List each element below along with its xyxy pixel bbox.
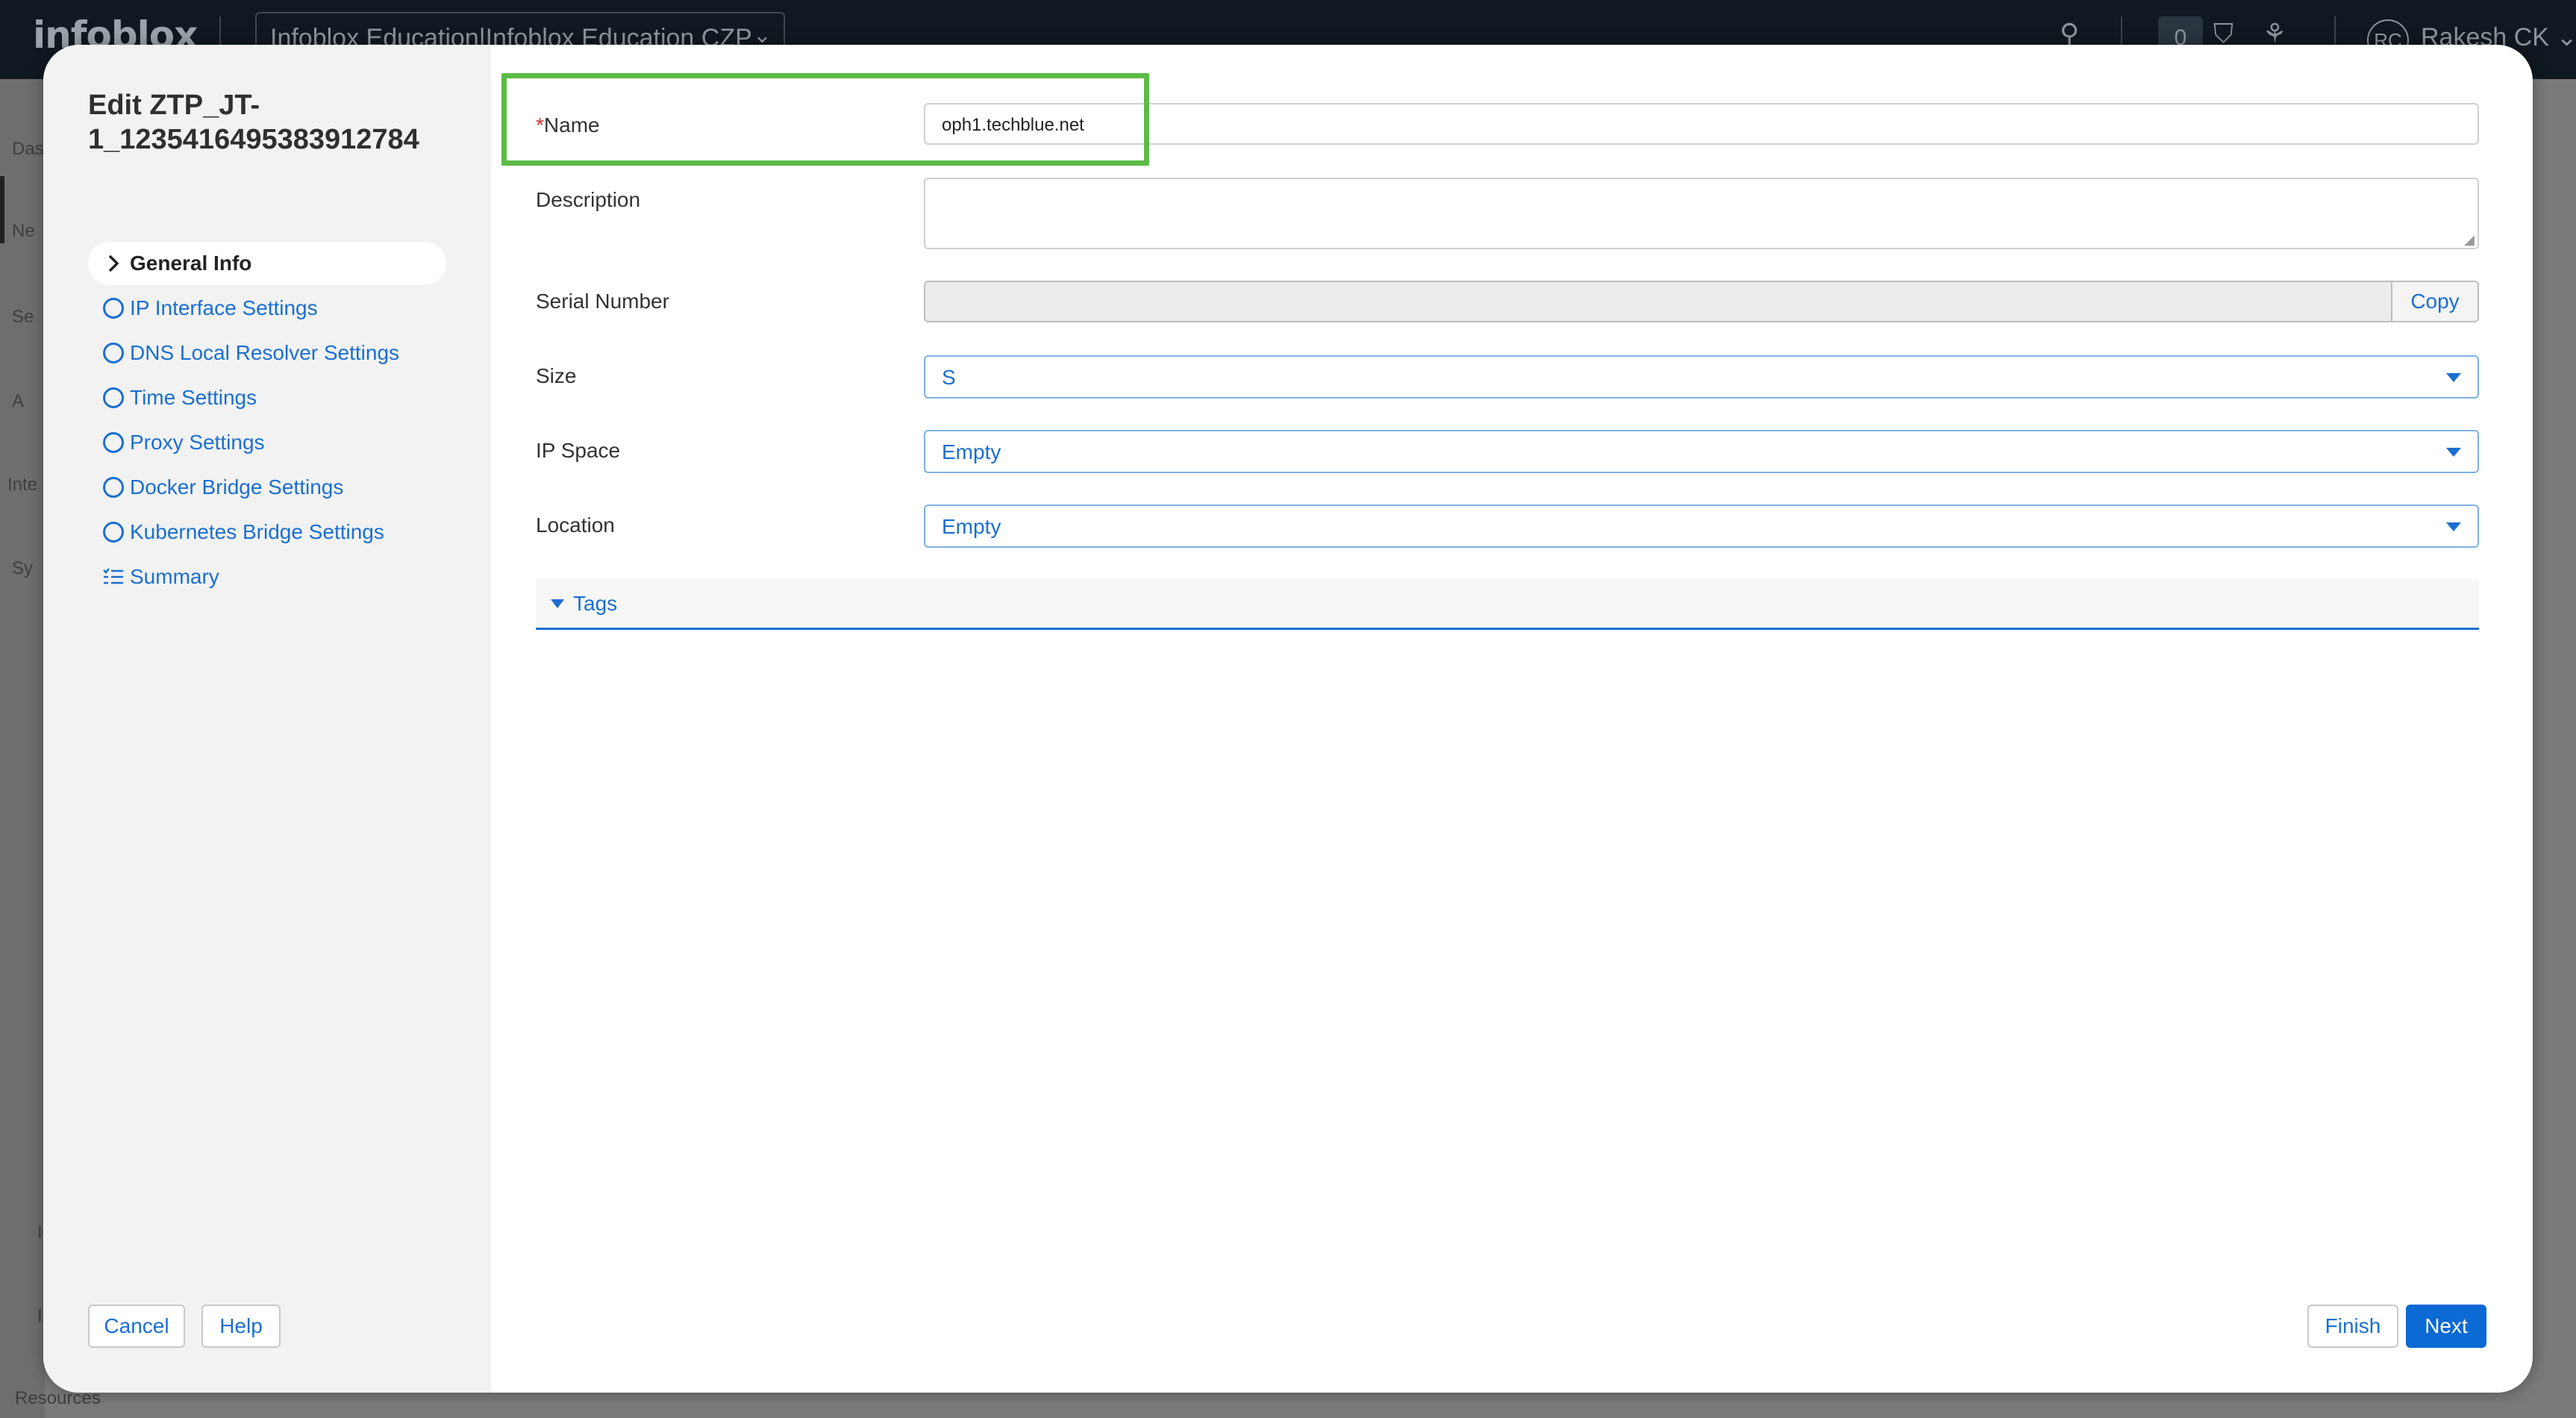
edit-modal: Edit ZTP_JT-1_1235416495383912784 Genera… (43, 45, 2533, 1393)
step-kubernetes-bridge-settings[interactable]: Kubernetes Bridge Settings (88, 510, 446, 554)
ip-space-label: IP Space (536, 439, 621, 462)
active-indicator (0, 176, 4, 243)
background-sidebar: Das Ne Se A Inte Sy I I (0, 79, 45, 1418)
sidebar-item[interactable]: I (37, 1306, 43, 1327)
circle-icon (97, 298, 130, 319)
sidebar-item[interactable]: Das (12, 139, 44, 160)
step-proxy-settings[interactable]: Proxy Settings (88, 421, 446, 464)
list-icon (97, 567, 130, 587)
step-dns-local-resolver-settings[interactable]: DNS Local Resolver Settings (88, 331, 446, 375)
step-label: Summary (130, 565, 219, 588)
size-value: S (942, 366, 956, 389)
caret-down-icon (2446, 373, 2461, 382)
ip-space-value: Empty (942, 440, 1001, 463)
step-summary[interactable]: Summary (88, 555, 446, 599)
step-label: General Info (130, 252, 252, 275)
chevron-right-icon (97, 254, 130, 273)
step-label: Docker Bridge Settings (130, 475, 344, 499)
step-ip-interface-settings[interactable]: IP Interface Settings (88, 287, 446, 330)
sidebar-item[interactable]: Sy (12, 558, 33, 579)
sidebar-item[interactable]: I (37, 1222, 43, 1243)
finish-button[interactable]: Finish (2307, 1305, 2398, 1348)
chevron-down-icon: ⌄ (2556, 23, 2576, 51)
circle-icon (97, 432, 130, 453)
name-input[interactable]: oph1.techblue.net (924, 103, 2479, 145)
caret-down-icon (2446, 448, 2461, 457)
sidebar-item[interactable]: Inte (7, 475, 37, 496)
circle-icon (97, 343, 130, 363)
cancel-button[interactable]: Cancel (88, 1305, 185, 1348)
name-label: *Name (536, 113, 600, 137)
caret-down-icon (551, 599, 564, 608)
size-label: Size (536, 364, 577, 387)
wizard-sidebar: Edit ZTP_JT-1_1235416495383912784 Genera… (43, 45, 491, 1393)
modal-title: Edit ZTP_JT-1_1235416495383912784 (88, 90, 419, 155)
sidebar-item[interactable]: Se (12, 307, 34, 328)
circle-icon (97, 477, 130, 498)
tags-section-toggle[interactable]: Tags (536, 579, 2479, 630)
step-label: Time Settings (130, 386, 257, 409)
location-label: Location (536, 513, 615, 537)
location-select[interactable]: Empty (924, 505, 2479, 548)
step-docker-bridge-settings[interactable]: Docker Bridge Settings (88, 466, 446, 509)
resize-handle-icon[interactable]: ◢ (2464, 233, 2475, 246)
step-general-info[interactable]: General Info (88, 242, 446, 285)
ip-space-select[interactable]: Empty (924, 430, 2479, 473)
sidebar-item[interactable]: A (12, 391, 24, 412)
step-label: IP Interface Settings (130, 296, 318, 319)
copy-button[interactable]: Copy (2392, 281, 2479, 322)
tags-label: Tags (573, 591, 618, 615)
sidebar-item[interactable]: Ne (12, 221, 35, 242)
size-select[interactable]: S (924, 355, 2479, 399)
step-label: DNS Local Resolver Settings (130, 341, 400, 364)
step-label: Kubernetes Bridge Settings (130, 520, 384, 543)
step-label: Proxy Settings (130, 431, 265, 454)
next-button[interactable]: Next (2406, 1305, 2486, 1348)
serial-number-field (924, 281, 2392, 322)
circle-icon (97, 387, 130, 408)
location-value: Empty (942, 515, 1001, 538)
required-marker: * (536, 113, 544, 137)
circle-icon (97, 522, 130, 543)
step-time-settings[interactable]: Time Settings (88, 376, 446, 419)
description-textarea[interactable]: ◢ (924, 178, 2479, 249)
help-button[interactable]: Help (201, 1305, 281, 1348)
serial-number-label: Serial Number (536, 290, 669, 313)
name-label-text: Name (543, 113, 600, 137)
description-label: Description (536, 188, 641, 211)
caret-down-icon (2446, 522, 2461, 531)
